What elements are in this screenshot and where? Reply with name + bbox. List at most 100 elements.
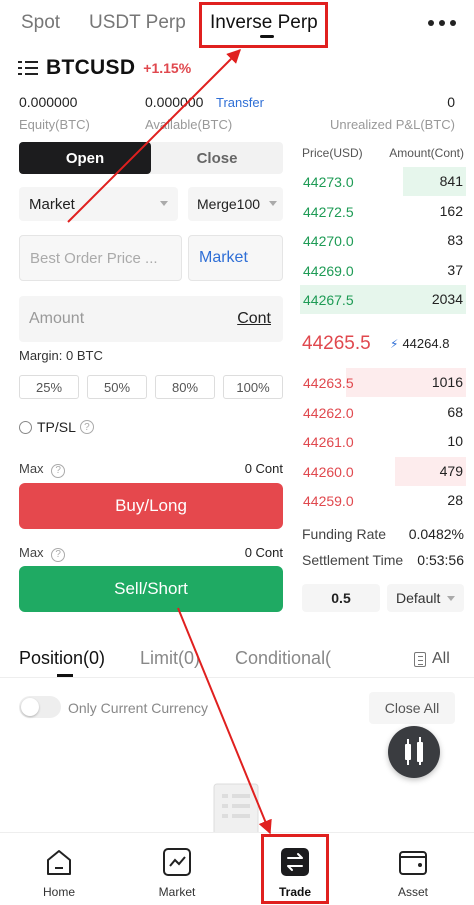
tab-limit[interactable]: Limit(0) <box>140 648 200 669</box>
price-input[interactable]: Best Order Price ... <box>19 235 182 281</box>
only-current-currency-label: Only Current Currency <box>68 700 209 716</box>
unrealized-pnl-label: Unrealized P&L(BTC) <box>330 117 455 132</box>
bid-size: 1016 <box>431 374 463 390</box>
document-icon <box>414 651 426 667</box>
percent-80-button[interactable]: 80% <box>155 375 215 399</box>
market-chart-icon <box>163 848 191 876</box>
nav-market[interactable]: Market <box>118 833 236 905</box>
settlement-time-row: Settlement Time 0:53:56 <box>302 552 464 568</box>
close-tab[interactable]: Close <box>151 142 283 174</box>
merge-select[interactable]: Merge100 <box>188 187 283 221</box>
order-book-bid-row[interactable]: 44261.0 10 <box>300 427 466 456</box>
nav-home[interactable]: Home <box>0 833 118 905</box>
sell-max-value: 0 Cont <box>244 545 283 560</box>
price-column-header: Price(USD) <box>302 146 363 160</box>
mark-price-value: 44264.8 <box>402 336 450 351</box>
tab-conditional[interactable]: Conditional( <box>235 648 331 669</box>
order-book-ask-row[interactable]: 44267.5 2034 <box>300 285 466 314</box>
ask-price: 44272.5 <box>303 203 354 220</box>
nav-asset-label: Asset <box>397 885 428 899</box>
sell-max-row: Max ? 0 Cont <box>19 545 283 562</box>
bid-price: 44259.0 <box>303 493 354 509</box>
price-change: +1.15% <box>143 60 192 76</box>
merge-value: Merge100 <box>197 196 261 212</box>
funding-rate-label: Funding Rate <box>302 526 387 542</box>
lightning-icon: ⚡ <box>390 336 399 351</box>
amount-unit-toggle[interactable]: Cont <box>237 310 271 328</box>
bid-price: 44263.5 <box>303 375 354 391</box>
equity-value: 0.000000 <box>19 94 78 110</box>
transfer-link[interactable]: Transfer <box>216 95 264 110</box>
buy-max-row: Max ? 0 Cont <box>19 461 283 478</box>
symbol-header[interactable]: BTCUSD +1.15% <box>18 54 191 82</box>
bid-price: 44261.0 <box>303 434 354 450</box>
tab-usdt-perp[interactable]: USDT Perp <box>89 12 186 34</box>
ask-size: 83 <box>447 232 463 248</box>
annotation-box-trade <box>261 834 329 904</box>
active-tab-indicator <box>57 674 73 677</box>
nav-home-label: Home <box>42 885 75 899</box>
settlement-time-value: 0:53:56 <box>417 552 464 568</box>
available-value: 0.000000 <box>145 94 204 110</box>
tpsl-label: TP/SL <box>37 419 76 435</box>
order-book-bid-row[interactable]: 44262.0 68 <box>300 398 466 427</box>
list-menu-icon[interactable] <box>18 59 38 77</box>
order-book-bid-row[interactable]: 44259.0 28 <box>300 486 466 515</box>
available-label: Available(BTC) <box>145 117 233 132</box>
tab-position[interactable]: Position(0) <box>19 648 105 677</box>
ask-price: 44267.5 <box>303 292 354 308</box>
more-icon[interactable] <box>428 20 458 30</box>
amount-column-header: Amount(Cont) <box>389 146 464 160</box>
funding-rate-row: Funding Rate 0.0482% <box>302 526 464 542</box>
percent-100-button[interactable]: 100% <box>223 375 283 399</box>
order-book-bid-row[interactable]: 44263.5 1016 <box>300 368 466 397</box>
home-icon <box>47 850 71 875</box>
view-mode-select[interactable]: Default <box>387 584 464 612</box>
ask-price: 44270.0 <box>303 233 354 249</box>
tab-spot[interactable]: Spot <box>21 12 60 34</box>
market-price-button[interactable]: Market <box>188 235 283 281</box>
equity-label: Equity(BTC) <box>19 117 90 132</box>
order-book-ask-row[interactable]: 44273.0 841 <box>300 167 466 196</box>
margin-value: 0 BTC <box>65 348 103 363</box>
help-icon[interactable]: ? <box>51 547 66 562</box>
bid-size: 479 <box>439 462 463 479</box>
ask-price: 44273.0 <box>303 174 354 190</box>
ask-size: 841 <box>439 173 463 189</box>
order-type-select[interactable]: Market <box>19 187 178 221</box>
order-book-bid-row[interactable]: 44260.0 479 <box>300 456 466 486</box>
order-book-ask-row[interactable]: 44269.0 37 <box>300 256 466 285</box>
order-book-ask-row[interactable]: 44272.5 162 <box>300 197 466 226</box>
unrealized-pnl-value: 0 <box>447 94 455 110</box>
wallet-icon <box>399 851 427 875</box>
precision-select[interactable]: 0.5 <box>302 584 380 612</box>
tpsl-radio[interactable] <box>19 420 32 434</box>
annotation-box-inverse-perp <box>199 2 328 48</box>
bid-size: 28 <box>447 492 463 508</box>
bid-price: 44260.0 <box>303 463 354 480</box>
only-current-currency-toggle[interactable] <box>19 696 61 718</box>
open-tab[interactable]: Open <box>19 142 151 174</box>
percent-50-button[interactable]: 50% <box>87 375 147 399</box>
bottom-navigation: Home Market Trade Asset <box>0 832 474 905</box>
bid-size: 68 <box>447 403 463 420</box>
percent-25-button[interactable]: 25% <box>19 375 79 399</box>
candlestick-chart-float-button[interactable] <box>388 726 440 778</box>
funding-rate-value: 0.0482% <box>408 526 464 542</box>
settlement-time-label: Settlement Time <box>302 552 404 568</box>
nav-market-label: Market <box>158 885 196 899</box>
last-price: 44265.5 <box>302 333 371 354</box>
order-book-ask-row[interactable]: 44270.0 83 <box>300 226 466 255</box>
amount-input[interactable]: Amount Cont <box>19 296 283 342</box>
help-icon[interactable]: ? <box>79 420 94 434</box>
ask-size: 2034 <box>431 291 463 307</box>
help-icon[interactable]: ? <box>51 463 66 478</box>
open-close-switch: Open Close <box>19 142 283 174</box>
nav-asset[interactable]: Asset <box>354 833 472 905</box>
all-filter-button[interactable]: All <box>414 650 450 668</box>
sell-short-button[interactable]: Sell/Short <box>19 566 283 612</box>
tpsl-option[interactable]: TP/SL ? <box>19 419 94 435</box>
close-all-button[interactable]: Close All <box>369 692 455 724</box>
buy-long-button[interactable]: Buy/Long <box>19 483 283 529</box>
ask-price: 44269.0 <box>303 262 354 279</box>
